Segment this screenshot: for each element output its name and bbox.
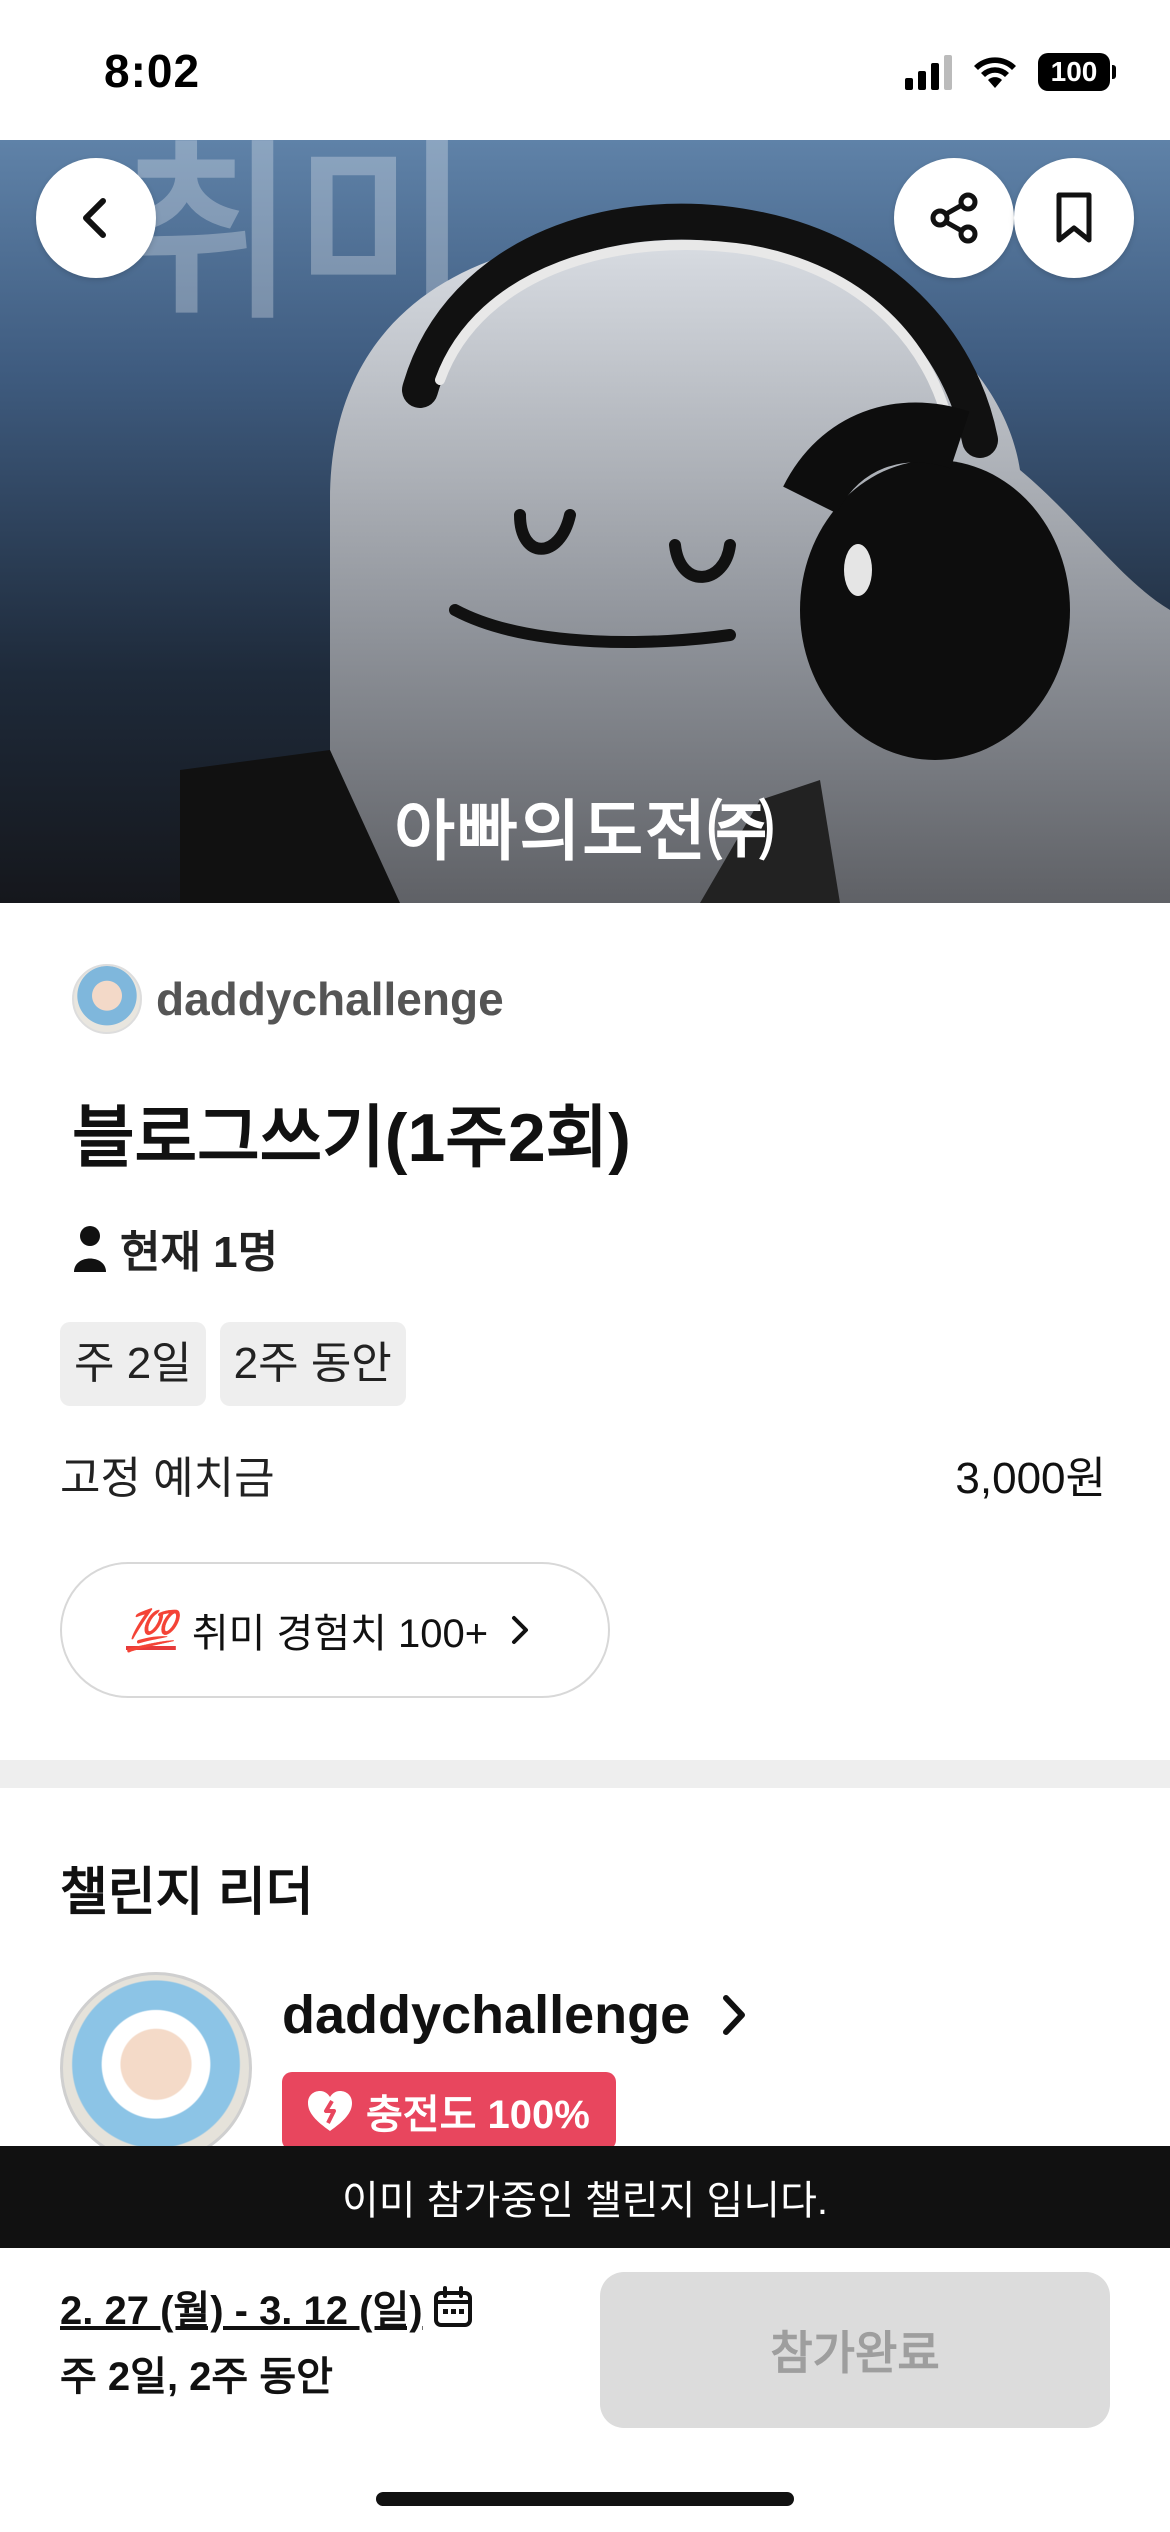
join-complete-button[interactable]: 참가완료 <box>600 2272 1110 2428</box>
share-button[interactable] <box>894 158 1014 278</box>
charge-badge-text: 충전도 100% <box>366 2093 590 2137</box>
deposit-label: 고정 예치금 <box>60 1454 275 1503</box>
status-icons: 100 <box>905 50 1116 94</box>
chevron-left-icon <box>83 198 106 238</box>
battery-icon: 100 <box>1038 53 1116 91</box>
bookmark-button[interactable] <box>1014 158 1134 278</box>
deposit-value: 3,000원 <box>955 1454 1106 1503</box>
member-count-text: 현재 1명 <box>120 1228 279 1277</box>
cellular-signal-icon <box>905 54 952 90</box>
person-icon <box>74 1226 106 1272</box>
bottom-bar: 2. 27 (월) - 3. 12 (일) 주 2일, 2주 동안 참가완료 <box>0 2248 1170 2532</box>
member-count: 현재 1명 <box>72 1216 278 1280</box>
charge-badge: 충전도 100% <box>282 2072 616 2150</box>
author-avatar <box>72 964 142 1034</box>
challenge-title: 블로그쓰기(1주2회) <box>72 1100 631 1176</box>
toast-message: 이미 참가중인 챌린지 입니다. <box>0 2146 1170 2248</box>
tag-list: 주 2일 2주 동안 <box>60 1322 406 1406</box>
leader-section-title: 챌린지 리더 <box>60 1864 314 1922</box>
broken-heart-icon <box>308 2091 352 2131</box>
share-icon <box>930 192 978 244</box>
home-indicator[interactable] <box>376 2492 794 2506</box>
status-time: 8:02 <box>104 45 201 97</box>
author-row[interactable]: daddychallenge <box>72 964 504 1034</box>
leader-profile-link[interactable]: daddychallenge <box>282 1984 750 2046</box>
wifi-icon <box>974 57 1016 88</box>
back-button[interactable] <box>36 158 156 278</box>
date-range-link[interactable]: 2. 27 (월) - 3. 12 (일) <box>60 2278 473 2336</box>
leader-name: daddychallenge <box>282 1985 691 2045</box>
hundred-points-icon: 💯 <box>126 1608 176 1653</box>
section-divider <box>0 1760 1170 1788</box>
schedule-text: 주 2일, 2주 동안 <box>60 2355 333 2399</box>
leader-avatar[interactable] <box>60 1972 252 2164</box>
hero-brand-text: 아빠의도전㈜ <box>394 794 776 868</box>
date-range-text: 2. 27 (월) - 3. 12 (일) <box>60 2289 423 2333</box>
status-bar: 8:02 100 <box>0 0 1170 140</box>
author-name: daddychallenge <box>156 973 504 1025</box>
experience-text: 취미 경험치 100+ <box>191 1612 489 1656</box>
tag-frequency: 주 2일 <box>60 1322 206 1406</box>
experience-button[interactable]: 💯 취미 경험치 100+ <box>60 1562 610 1698</box>
bookmark-icon <box>1056 192 1092 243</box>
hero-image: 취미 아빠의도전㈜ <box>0 140 1170 903</box>
tag-duration: 2주 동안 <box>219 1322 406 1406</box>
calendar-icon <box>433 2286 472 2327</box>
chevron-right-icon <box>512 1616 529 1644</box>
chevron-right-icon <box>723 1995 746 2035</box>
battery-level: 100 <box>1038 53 1110 91</box>
